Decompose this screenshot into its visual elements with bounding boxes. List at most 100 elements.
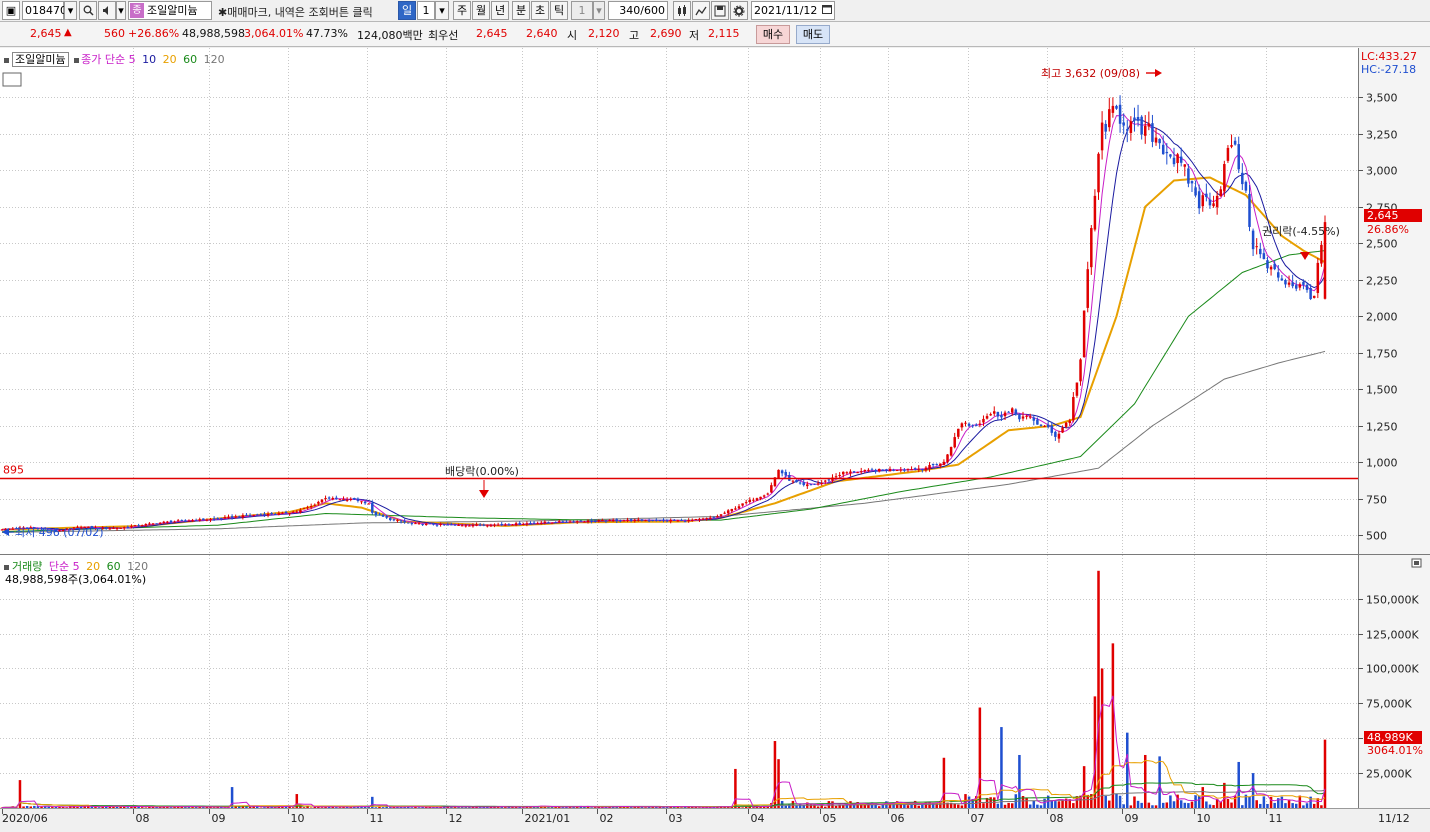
- zoom-candles-icon[interactable]: [673, 1, 691, 20]
- stock-code-input[interactable]: 018470: [22, 1, 67, 20]
- speaker-icon[interactable]: [98, 1, 116, 20]
- candle-up: [622, 520, 626, 522]
- date-tick-label: 04: [751, 812, 765, 825]
- date-tick-label: 02: [600, 812, 614, 825]
- candle-up: [140, 525, 144, 527]
- window-icon[interactable]: ▣: [2, 1, 20, 20]
- candle-down: [1205, 193, 1208, 198]
- volume-bar-down: [1241, 805, 1244, 808]
- search-icon[interactable]: [79, 1, 97, 20]
- buy-button[interactable]: 매수: [756, 25, 790, 44]
- volume-bar-down: [784, 805, 787, 808]
- date-tick-label: 05: [823, 812, 837, 825]
- candle-up: [633, 519, 636, 522]
- candle-down: [971, 425, 974, 427]
- candle-up: [1183, 164, 1187, 167]
- period-year-button[interactable]: 년: [491, 1, 509, 20]
- candle-down: [1273, 263, 1276, 270]
- candle-up: [176, 520, 180, 522]
- candle-down: [500, 524, 503, 526]
- code-dropdown-icon[interactable]: ▾: [64, 1, 77, 20]
- period-dropdown-icon[interactable]: ▾: [435, 1, 449, 20]
- candle-down: [284, 511, 288, 514]
- price-tick-label: 750: [1366, 494, 1387, 507]
- volume-bar-up: [773, 741, 777, 808]
- candle-up: [504, 524, 507, 526]
- volume-bar-down: [1294, 803, 1298, 808]
- date-field[interactable]: 2021/11/12: [751, 1, 835, 20]
- candle-down: [662, 519, 665, 521]
- tick-dropdown-icon[interactable]: ▾: [593, 1, 605, 20]
- candle-down: [1000, 415, 1003, 418]
- period-month-button[interactable]: 월: [472, 1, 490, 20]
- open-label: 시: [567, 29, 578, 42]
- candle-up: [158, 522, 162, 524]
- legend-stock-name[interactable]: 조일알미늄: [12, 52, 69, 67]
- candle-up: [608, 519, 611, 521]
- volume-bar-up: [1147, 802, 1151, 808]
- volume-bar-down: [795, 805, 798, 808]
- volume-bar-up: [1010, 803, 1014, 808]
- candle-up: [414, 523, 417, 525]
- candle-down: [913, 468, 917, 470]
- candle-up: [349, 498, 352, 500]
- candle-up: [734, 508, 737, 510]
- legend-ma-type[interactable]: 종가 단순: [81, 53, 125, 66]
- candle-up: [536, 523, 539, 525]
- volume-bar-up: [978, 707, 982, 808]
- volume-bar-down: [1262, 796, 1266, 808]
- legend-ma10[interactable]: 10: [142, 53, 156, 66]
- candle-down: [327, 497, 331, 499]
- save-icon[interactable]: [711, 1, 729, 20]
- period-week-button[interactable]: 주: [453, 1, 471, 20]
- period-second-button[interactable]: 초: [531, 1, 549, 20]
- candle-down: [450, 524, 453, 526]
- candle-down: [547, 522, 550, 524]
- legend-ma60[interactable]: 60: [183, 53, 197, 66]
- volume-bar-up: [248, 806, 252, 808]
- legend-ma5[interactable]: 5: [129, 53, 136, 66]
- calendar-icon[interactable]: [822, 2, 832, 19]
- candle-down: [619, 520, 622, 522]
- volume-bar-down: [1054, 801, 1057, 808]
- volume-bar-up: [791, 800, 795, 808]
- sell-button[interactable]: 매도: [796, 25, 830, 44]
- line-tool-icon[interactable]: [692, 1, 710, 20]
- view-count-field[interactable]: 340/600: [608, 1, 668, 20]
- candle-up: [162, 521, 166, 523]
- candle-down: [604, 520, 608, 522]
- volume-bar-down: [1043, 798, 1046, 808]
- stock-chart[interactable]: 3,5003,2503,0002,7502,5002,2502,0001,750…: [0, 48, 1430, 832]
- candle-down: [529, 522, 532, 524]
- candle-down: [561, 521, 565, 523]
- candle-up: [586, 520, 590, 523]
- horizontal-line-label: 895: [3, 464, 24, 477]
- speaker-dropdown-icon[interactable]: ▾: [116, 1, 126, 20]
- volume-bar-up: [1298, 795, 1302, 808]
- candle-up: [133, 525, 137, 527]
- panel-maximize-icon[interactable]: [1411, 558, 1422, 568]
- candle-up: [856, 472, 859, 474]
- candle-down: [432, 523, 435, 525]
- volume-bar-down: [1140, 802, 1143, 808]
- candle-up: [11, 528, 15, 530]
- legend-ma20[interactable]: 20: [163, 53, 177, 66]
- volume-bar-down: [1158, 756, 1161, 808]
- period-tick-button[interactable]: 틱: [550, 1, 568, 20]
- candle-up: [173, 521, 176, 523]
- candle-up: [1269, 266, 1273, 270]
- candle-up: [1097, 153, 1100, 193]
- date-value: 2021/11/12: [754, 4, 818, 17]
- tick-count-input[interactable]: 1: [571, 1, 593, 20]
- candle-down: [935, 464, 938, 466]
- candle-down: [655, 519, 658, 521]
- period-minute-button[interactable]: 분: [512, 1, 530, 20]
- stock-name-field[interactable]: 종 조일알미늄: [128, 1, 212, 20]
- legend-square-icon: [74, 57, 80, 63]
- candle-down: [1187, 168, 1190, 184]
- legend-ma120[interactable]: 120: [204, 53, 225, 66]
- gear-icon[interactable]: [730, 1, 748, 20]
- period-count-input[interactable]: 1: [417, 1, 435, 20]
- volume-tick-label: 125,000K: [1366, 629, 1419, 642]
- period-day-button[interactable]: 일: [398, 1, 416, 20]
